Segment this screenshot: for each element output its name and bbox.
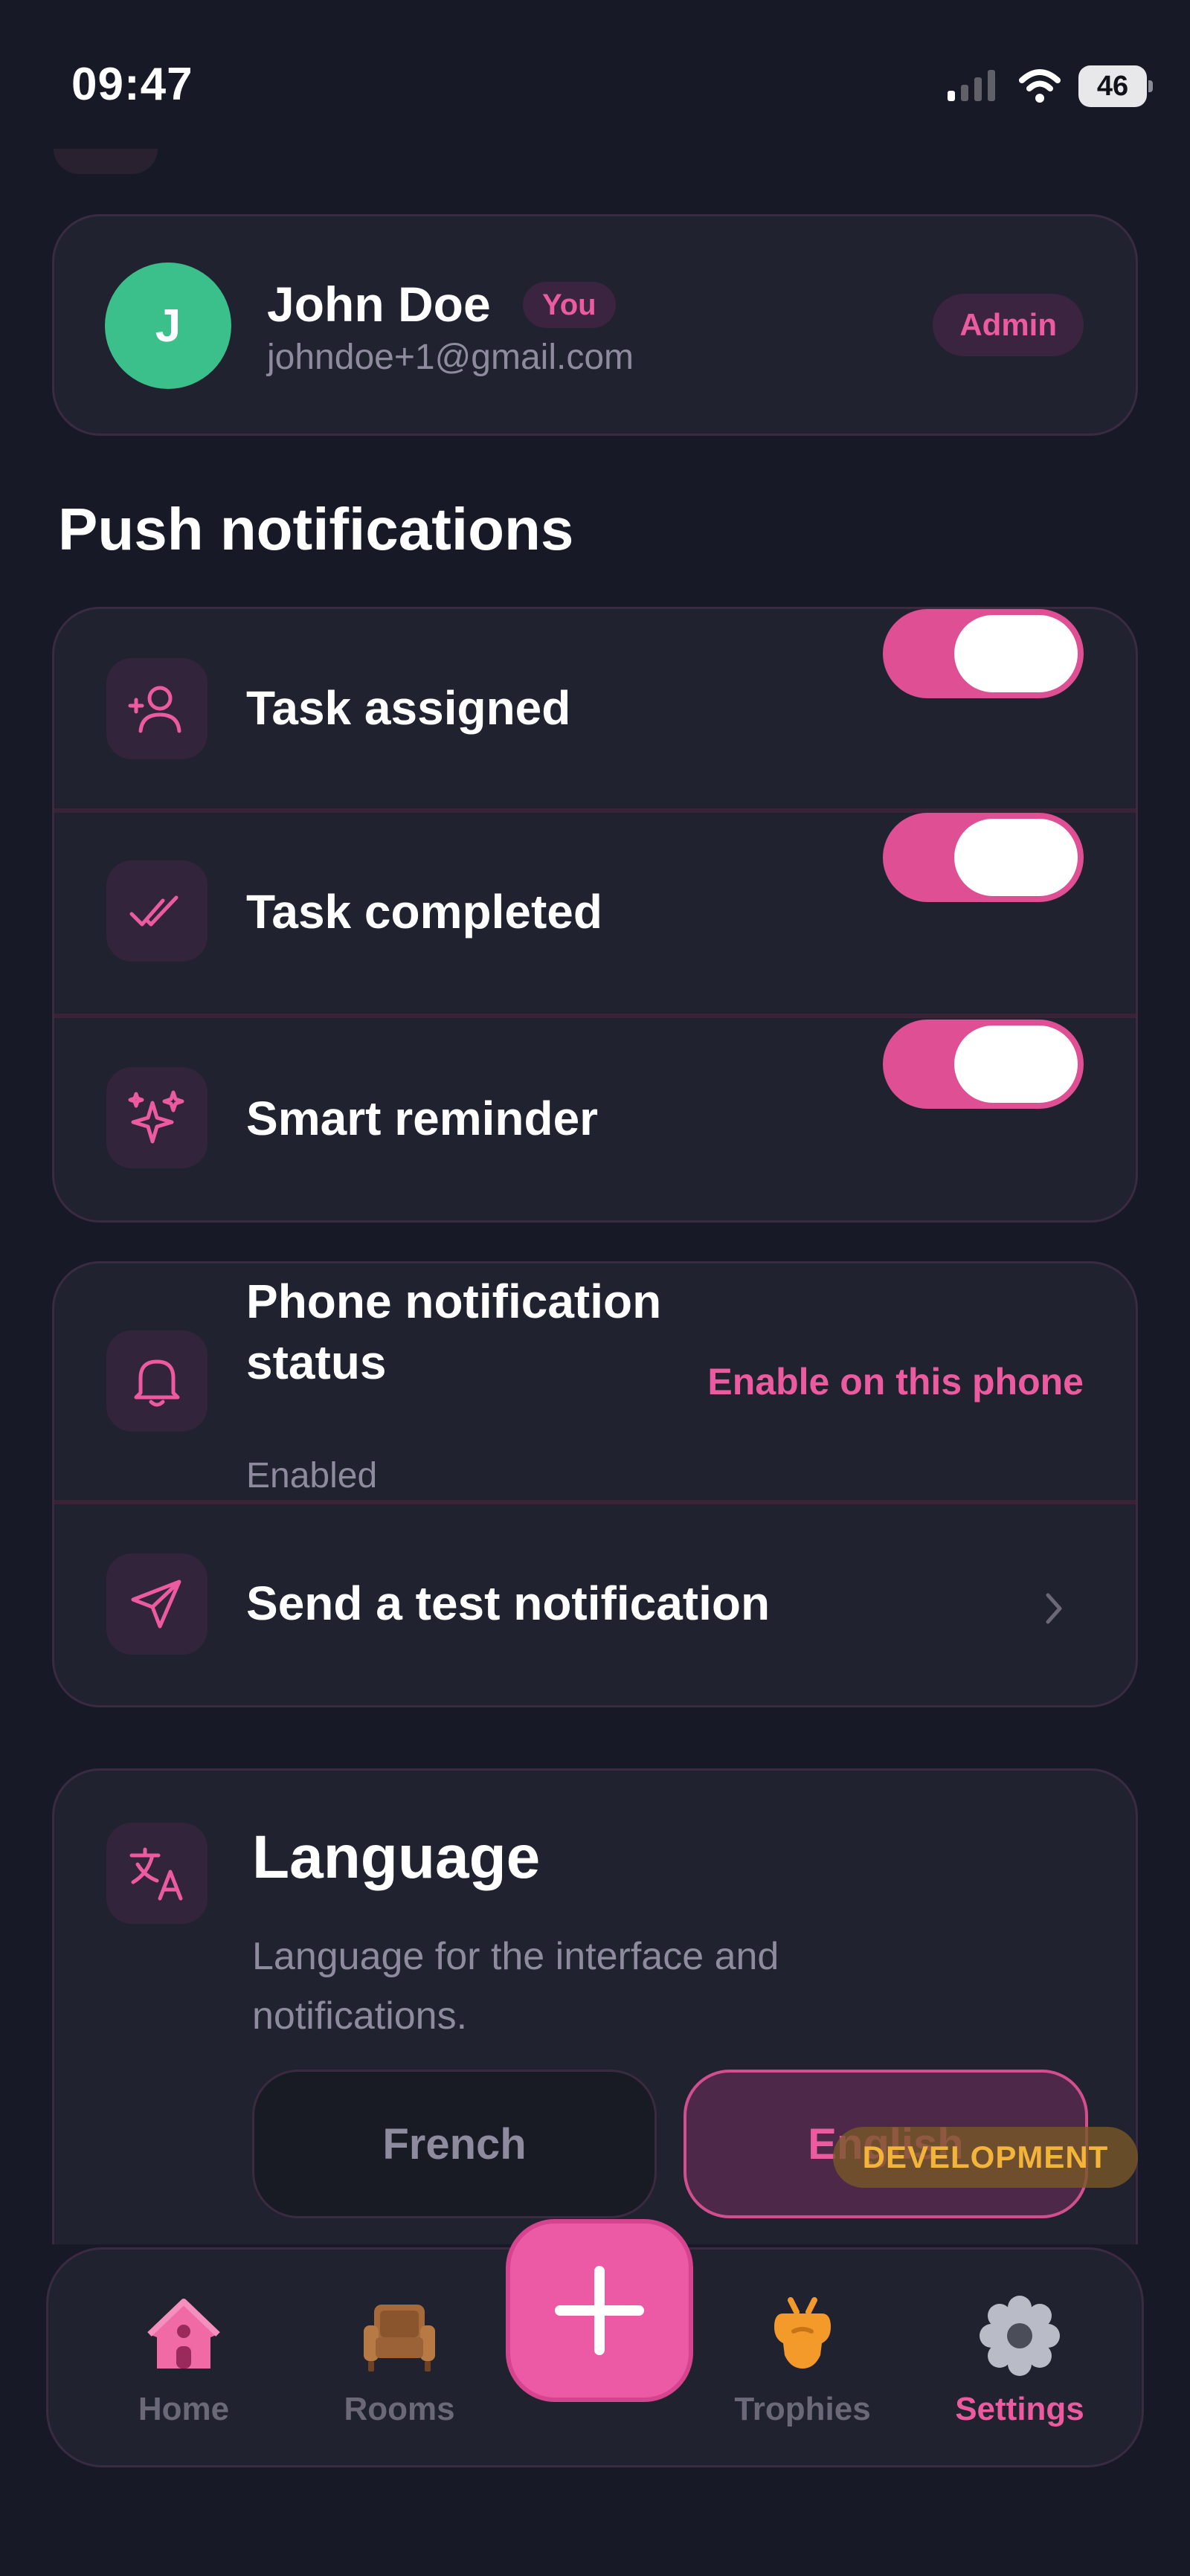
status-time: 09:47 [71, 59, 193, 110]
enable-on-phone-link[interactable]: Enable on this phone [707, 1360, 1084, 1403]
cellular-signal-icon [948, 70, 995, 101]
send-icon [106, 1553, 208, 1655]
battery-level: 46 [1078, 65, 1147, 107]
plus-icon [555, 2266, 644, 2355]
row-label-task-assigned: Task assigned [246, 681, 571, 735]
wifi-icon [1019, 69, 1061, 103]
nav-label-rooms: Rooms [344, 2391, 455, 2427]
profile-email: johndoe+1@gmail.com [267, 338, 634, 377]
house-icon [147, 2299, 220, 2369]
section-title-push-notifications: Push notifications [58, 496, 574, 562]
toggle-knob [954, 615, 1078, 692]
sparkles-icon [106, 1067, 208, 1168]
notification-row-task-completed[interactable]: Task completed [54, 813, 1136, 1014]
nav-item-home[interactable]: Home [94, 2294, 273, 2443]
send-test-notification-label: Send a test notification [246, 1577, 771, 1630]
notification-row-task-assigned[interactable]: Task assigned [54, 609, 1136, 808]
phone-notification-card: Phone notification status Enabled Enable… [52, 1261, 1138, 1707]
row-label-task-completed: Task completed [246, 885, 602, 938]
row-label-smart-reminder: Smart reminder [246, 1092, 599, 1145]
chevron-right-icon [1046, 1593, 1062, 1624]
you-badge: You [523, 282, 616, 328]
battery-cap [1148, 80, 1153, 92]
gear-icon [980, 2296, 1060, 2376]
toggle-smart-reminder[interactable] [883, 1020, 1084, 1109]
toggle-knob [954, 819, 1078, 896]
status-bar: 09:47 46 [0, 0, 1190, 149]
nav-label-home: Home [138, 2391, 230, 2427]
send-test-notification-row[interactable]: Send a test notification [54, 1504, 1136, 1705]
notification-row-smart-reminder[interactable]: Smart reminder [54, 1018, 1136, 1220]
trophy-icon [774, 2297, 831, 2369]
add-task-button[interactable] [506, 2219, 693, 2402]
push-notifications-card: Task assigned Task completed Smart remin… [52, 607, 1138, 1223]
translate-icon [106, 1823, 208, 1924]
toggle-task-assigned[interactable] [883, 609, 1084, 698]
user-plus-icon [106, 658, 208, 759]
phone-status-value: Enabled [246, 1456, 378, 1495]
development-badge: DEVELOPMENT [833, 2127, 1138, 2188]
avatar: J [105, 263, 231, 389]
nav-item-rooms[interactable]: Rooms [310, 2294, 489, 2443]
toggle-knob [954, 1025, 1078, 1103]
double-check-icon [106, 860, 208, 962]
language-title: Language [252, 1823, 541, 1891]
phone-notification-status-row: Phone notification status Enabled Enable… [54, 1263, 1136, 1500]
settings-screen: 09:47 46 J John Doe You johndoe+1@gmail.… [0, 0, 1190, 2576]
nav-label-settings: Settings [955, 2391, 1084, 2427]
toggle-task-completed[interactable] [883, 813, 1084, 902]
language-description: Language for the interface and notificat… [252, 1935, 779, 2038]
profile-card[interactable]: J John Doe You johndoe+1@gmail.com Admin [52, 214, 1138, 436]
armchair-icon [364, 2305, 435, 2371]
battery-indicator: 46 [1078, 65, 1153, 107]
bell-icon [106, 1330, 208, 1432]
nav-item-trophies[interactable]: Trophies [713, 2294, 892, 2443]
profile-name: John Doe [267, 277, 491, 332]
scrolled-content-remnant [54, 149, 158, 174]
role-badge: Admin [933, 294, 1084, 356]
nav-item-settings[interactable]: Settings [930, 2294, 1109, 2443]
nav-label-trophies: Trophies [734, 2391, 871, 2427]
phone-status-label: Phone notification status [246, 1275, 662, 1389]
language-option-french[interactable]: French [252, 2070, 657, 2218]
